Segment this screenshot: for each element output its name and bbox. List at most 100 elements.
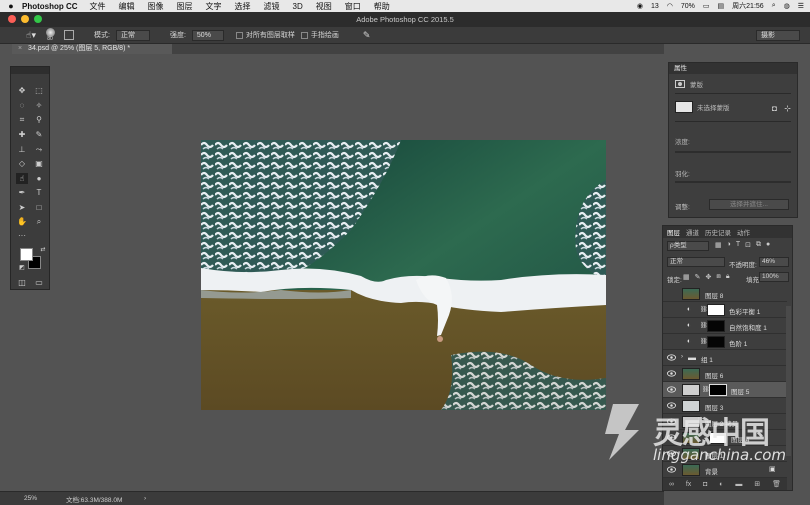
tab-channels[interactable]: 通道 [686,227,699,237]
fill-field[interactable]: 100% [759,272,789,282]
wifi-icon[interactable]: ◠ [667,2,673,10]
menu-help[interactable]: 帮助 [374,1,390,12]
apple-menu-icon[interactable]: ● [0,1,22,11]
move-tool-icon[interactable]: ✥ [16,85,28,96]
zoom-tool-icon[interactable]: ⌕ [33,216,45,227]
menu-window[interactable]: 窗口 [345,1,361,12]
filter-adjust-icon[interactable]: ◑ [727,241,731,249]
flag-icon[interactable]: ▤ [718,2,725,10]
brush-tool-icon[interactable]: ✎ [33,129,45,140]
hand-tool-icon[interactable]: ✋ [16,216,28,227]
canvas-area[interactable] [12,54,664,491]
layer-row-vibrance[interactable]: ◐ ⛓ 自然饱和度 1 [663,318,787,334]
visibility-eye-icon[interactable] [667,434,676,441]
zoom-window-button[interactable] [34,15,42,23]
menu-filter[interactable]: 滤镜 [264,1,280,12]
new-adjustment-icon[interactable]: ◐ [719,481,723,488]
pen-tool-icon[interactable]: ✒ [16,187,28,198]
marquee-tool-icon[interactable]: ⬚ [33,85,45,96]
mode-select[interactable]: 正常 [115,29,150,41]
menu-file[interactable]: 文件 [90,1,106,12]
beach-photo[interactable] [201,140,606,410]
tab-history[interactable]: 历史记录 [705,227,731,237]
brush-panel-icon[interactable] [64,30,74,40]
properties-tab[interactable]: 属性 [669,63,797,74]
menu-3d[interactable]: 3D [293,2,303,11]
default-colors-icon[interactable]: ◩ [16,263,28,274]
close-tab-icon[interactable]: × [18,45,22,52]
group-expand-icon[interactable]: › [681,354,683,360]
battery-icon[interactable]: ▭ [703,2,710,10]
clock[interactable]: 周六21:56 [732,1,764,11]
quick-mask-icon[interactable]: ◫ [16,277,28,288]
layer-row-1[interactable]: 图层 1 [663,446,787,462]
tab-actions[interactable]: 动作 [737,227,750,237]
type-tool-icon[interactable]: T [33,187,45,198]
lock-position-icon[interactable]: ✥ [706,273,712,281]
healing-brush-tool-icon[interactable]: ✚ [16,129,28,140]
eraser-tool-icon[interactable]: ◇ [16,158,28,169]
layer-row-4[interactable]: 图层 4 [663,430,787,446]
visibility-eye-icon[interactable] [667,354,676,361]
mask-thumbnail[interactable] [675,101,693,113]
finger-painting-checkbox[interactable] [300,31,308,39]
filter-type-icon[interactable]: T [736,241,740,249]
menu-layer[interactable]: 图层 [177,1,193,12]
pixel-mask-icon[interactable]: ◘ [772,104,777,113]
lock-pixels-icon[interactable]: ✎ [695,273,701,281]
path-selection-tool-icon[interactable]: ➤ [16,202,28,213]
add-mask-icon[interactable]: ◘ [703,481,707,488]
gradient-tool-icon[interactable]: ▣ [33,158,45,169]
visibility-eye-icon[interactable] [667,418,676,425]
visibility-eye-icon[interactable] [667,386,676,393]
filter-pixel-icon[interactable]: ▦ [715,241,722,249]
rectangle-tool-icon[interactable]: □ [33,202,45,213]
pressure-icon[interactable]: ✎ [363,30,371,41]
visibility-eye-icon[interactable] [667,450,676,457]
filter-toggle-icon[interactable]: ● [766,241,770,249]
new-group-icon[interactable]: ▬ [735,481,742,488]
density-slider[interactable] [675,151,791,153]
eyedropper-tool-icon[interactable]: ⚲ [33,114,45,125]
select-and-mask-button[interactable]: 选择并遮住... [709,199,789,210]
tools-panel-grip[interactable] [11,67,49,74]
menu-type[interactable]: 文字 [206,1,222,12]
record-icon[interactable]: ◉ [637,2,643,10]
layer-row-3[interactable]: 图层 3 [663,398,787,414]
clone-stamp-tool-icon[interactable]: ⊥ [16,144,28,155]
lasso-tool-icon[interactable]: ◌ [16,100,28,111]
lock-all-icon[interactable]: 🔒︎ [726,273,730,281]
zoom-level[interactable]: 25% [24,495,66,502]
layer-row-levels[interactable]: ◐ ⛓ 色阶 1 [663,334,787,350]
link-layers-icon[interactable]: ∞ [669,481,674,488]
dodge-tool-icon[interactable]: ● [33,173,45,184]
smudge-tool-icon[interactable]: ☝ [16,173,28,184]
tab-layers[interactable]: 图层 [667,227,680,237]
feather-slider[interactable] [675,181,791,183]
minimize-window-button[interactable] [21,15,29,23]
blend-mode-select[interactable]: 正常 [667,257,725,267]
workspace-select[interactable]: 摄影 [756,30,800,41]
brush-preview[interactable]: 80 [42,28,58,42]
layers-scrollbar[interactable] [786,306,791,456]
screen-mode-icon[interactable]: ▭ [33,277,45,288]
search-icon[interactable]: ⌕ [772,2,776,10]
siri-icon[interactable]: ◍ [784,2,790,10]
lock-artboard-icon[interactable]: ⧈ [716,273,720,281]
delete-layer-icon[interactable]: 🗑︎ [772,480,781,488]
layer-row-5[interactable]: ⛓ 图层 5 [663,382,787,398]
visibility-eye-icon[interactable] [667,370,676,377]
app-menu[interactable]: Photoshop CC [22,2,78,11]
document-tab[interactable]: × 34.psd @ 25% (图层 5, RGB/8) * [12,44,172,54]
layer-row-6[interactable]: 图层 6 [663,366,787,382]
sample-all-checkbox[interactable] [235,31,243,39]
crop-tool-icon[interactable]: ⌗ [16,114,28,125]
swap-colors-icon[interactable]: ⇄ [37,245,49,256]
status-menu-arrow[interactable]: › [144,495,146,502]
visibility-eye-icon[interactable] [667,466,676,473]
more-tools-icon[interactable]: ··· [16,230,28,241]
filter-shape-icon[interactable]: ⊡ [745,241,751,249]
layer-style-icon[interactable]: fx [686,481,691,488]
layer-filter-select[interactable]: ρ类型 [667,241,709,251]
layer-row-2-copy[interactable]: 图层 2 拷贝 [663,414,787,430]
